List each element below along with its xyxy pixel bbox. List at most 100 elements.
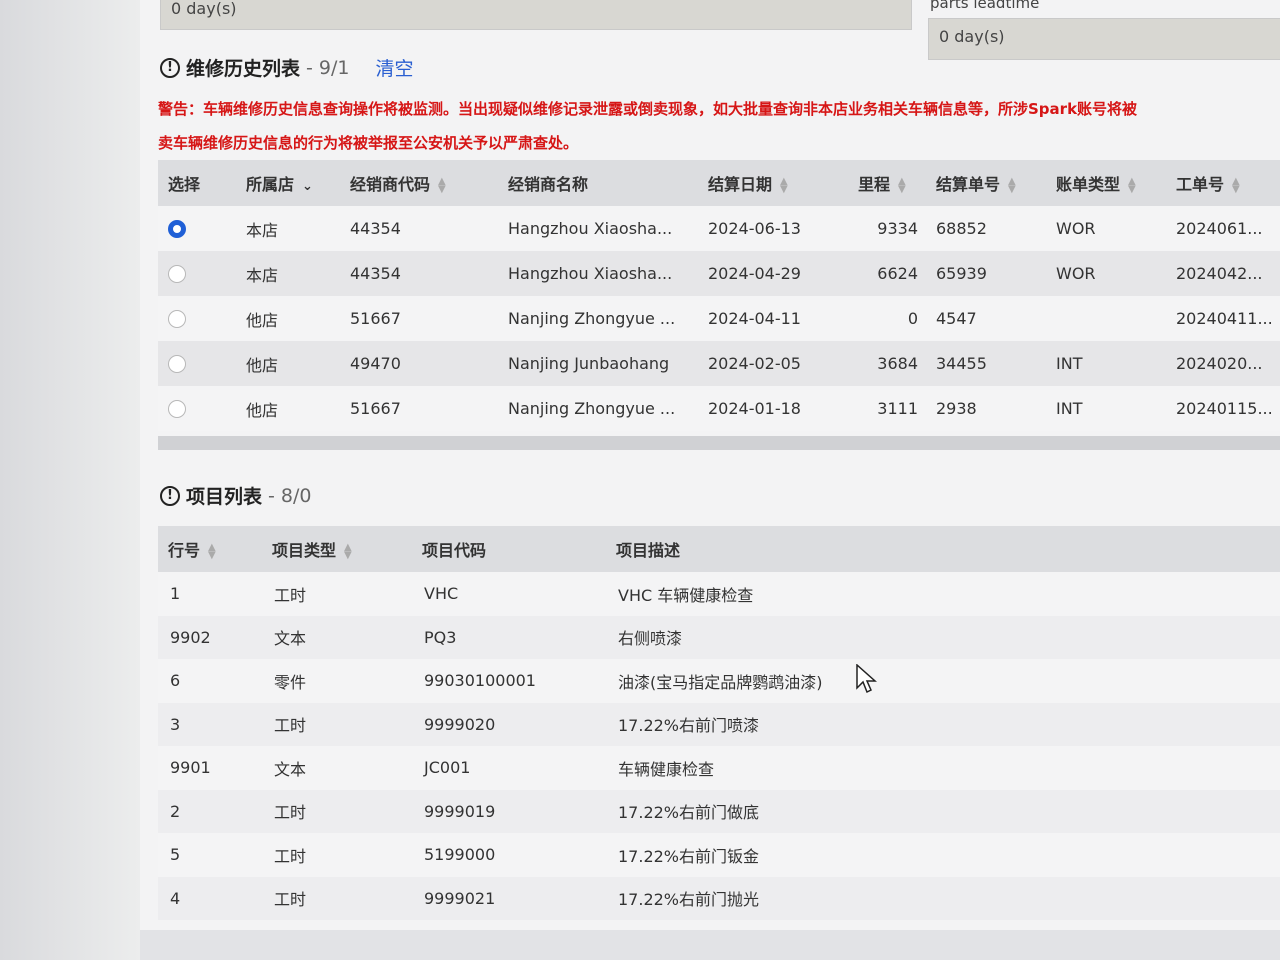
item-type-cell: 工时 bbox=[262, 572, 412, 616]
select-cell[interactable] bbox=[158, 206, 236, 251]
info-icon: ! bbox=[160, 485, 180, 506]
col-dealer-name: 经销商名称 bbox=[498, 160, 698, 206]
project-row[interactable]: 6 零件 99030100001 油漆(宝马指定品牌鹦鹉油漆) bbox=[158, 659, 1280, 703]
item-type-cell: 文本 bbox=[262, 615, 412, 659]
project-row[interactable]: 1 工时 VHC VHC 车辆健康检查 bbox=[158, 572, 1280, 616]
radio-button[interactable] bbox=[168, 355, 186, 374]
item-desc-cell: 车辆健康检查 bbox=[606, 746, 1280, 790]
select-cell[interactable] bbox=[158, 386, 236, 431]
store-cell: 本店 bbox=[236, 206, 340, 251]
line-no-cell: 2 bbox=[158, 789, 262, 833]
parts-leadtime-field[interactable]: 0 day(s) bbox=[928, 18, 1280, 60]
project-row[interactable]: 9901 文本 JC001 车辆健康检查 bbox=[158, 746, 1280, 790]
info-icon: ! bbox=[160, 57, 180, 78]
col-settle-date[interactable]: 结算日期 ▲ ▼ bbox=[698, 160, 848, 206]
bill-type-cell bbox=[1046, 296, 1166, 341]
settle-date-cell: 2024-01-18 bbox=[698, 386, 848, 431]
col-mileage[interactable]: 里程 ▲ ▼ bbox=[848, 160, 926, 206]
col-dealer-code[interactable]: 经销商代码 ▲ ▼ bbox=[340, 160, 498, 206]
col-bill-type[interactable]: 账单类型 ▲ ▼ bbox=[1046, 160, 1166, 206]
radio-button[interactable] bbox=[168, 400, 186, 419]
project-row[interactable]: 3 工时 9999020 17.22%右前门喷漆 bbox=[158, 702, 1280, 746]
lead-time-field[interactable]: 0 day(s) bbox=[160, 0, 912, 30]
dealer-name-cell: Hangzhou Xiaosha... bbox=[498, 251, 698, 296]
bottom-band bbox=[140, 930, 1280, 960]
project-row[interactable]: 2 工时 9999019 17.22%右前门做底 bbox=[158, 789, 1280, 833]
dealer-code-cell: 49470 bbox=[340, 341, 498, 386]
dealer-code-cell: 44354 bbox=[340, 206, 498, 251]
col-order-no[interactable]: 工单号 ▲ ▼ bbox=[1166, 160, 1280, 206]
line-no-cell: 9902 bbox=[158, 615, 262, 659]
radio-button[interactable] bbox=[168, 310, 186, 329]
history-row[interactable]: 他店 51667 Nanjing Zhongyue ... 2024-04-11… bbox=[158, 296, 1280, 341]
history-row[interactable]: 他店 51667 Nanjing Zhongyue ... 2024-01-18… bbox=[158, 386, 1280, 431]
settle-date-cell: 2024-02-05 bbox=[698, 341, 848, 386]
order-no-cell: 20240115... bbox=[1166, 386, 1280, 431]
order-no-cell: 2024061... bbox=[1166, 206, 1280, 251]
item-code-cell: JC001 bbox=[412, 746, 606, 790]
history-row[interactable]: 本店 44354 Hangzhou Xiaosha... 2024-06-13 … bbox=[158, 206, 1280, 251]
sort-icon[interactable]: ▲ ▼ bbox=[1232, 176, 1240, 194]
mileage-cell: 9334 bbox=[848, 206, 926, 251]
sort-icon[interactable]: ▲ ▼ bbox=[1008, 176, 1016, 194]
history-row[interactable]: 本店 44354 Hangzhou Xiaosha... 2024-04-29 … bbox=[158, 251, 1280, 296]
select-cell[interactable] bbox=[158, 341, 236, 386]
screen-bezel bbox=[0, 0, 140, 960]
mileage-cell: 0 bbox=[848, 296, 926, 341]
select-cell[interactable] bbox=[158, 251, 236, 296]
sort-icon[interactable]: ▲ ▼ bbox=[780, 176, 788, 194]
settle-date-cell: 2024-06-13 bbox=[698, 206, 848, 251]
settle-date-cell: 2024-04-29 bbox=[698, 251, 848, 296]
order-no-cell: 2024042... bbox=[1166, 251, 1280, 296]
item-code-cell: VHC bbox=[412, 572, 606, 616]
sort-icon[interactable]: ▲ ▼ bbox=[208, 542, 216, 560]
mouse-cursor-icon bbox=[856, 664, 877, 694]
item-desc-cell: 17.22%右前门钣金 bbox=[606, 833, 1280, 877]
clear-link[interactable]: 清空 bbox=[376, 54, 414, 81]
item-code-cell: 9999021 bbox=[412, 876, 606, 920]
radio-button[interactable] bbox=[168, 265, 186, 284]
mileage-cell: 3111 bbox=[848, 386, 926, 431]
sort-icon[interactable]: ▲ ▼ bbox=[1128, 176, 1136, 194]
select-cell[interactable] bbox=[158, 296, 236, 341]
page: 0 day(s) parts leadtime 0 day(s) ! 维修历史列… bbox=[140, 0, 1280, 960]
item-code-cell: 9999020 bbox=[412, 702, 606, 746]
order-no-cell: 2024020... bbox=[1166, 341, 1280, 386]
line-no-cell: 9901 bbox=[158, 746, 262, 790]
dealer-name-cell: Nanjing Zhongyue ... bbox=[498, 386, 698, 431]
sort-icon[interactable]: ▲ ▼ bbox=[898, 176, 906, 194]
settle-date-cell: 2024-04-11 bbox=[698, 296, 848, 341]
project-row[interactable]: 4 工时 9999021 17.22%右前门抛光 bbox=[158, 876, 1280, 920]
col-line-no[interactable]: 行号 ▲ ▼ bbox=[158, 526, 262, 572]
store-cell: 他店 bbox=[236, 296, 340, 341]
radio-selected[interactable] bbox=[168, 220, 186, 239]
item-desc-cell: VHC 车辆健康检查 bbox=[606, 572, 1280, 616]
mileage-cell: 6624 bbox=[848, 251, 926, 296]
history-header-row: 选择 所属店 ⌄ 经销商代码 ▲ ▼ 经销商名称 结算日期 ▲ ▼ 里程 ▲ ▼ 结算单号 ▲ ▼… bbox=[158, 160, 1280, 206]
chevron-down-icon[interactable]: ⌄ bbox=[302, 179, 313, 194]
settle-no-cell: 4547 bbox=[926, 296, 1046, 341]
warning-line-2: 卖车辆维修历史信息的行为将被举报至公安机关予以严肃查处。 bbox=[158, 134, 579, 152]
mileage-cell: 3684 bbox=[848, 341, 926, 386]
item-desc-cell: 17.22%右前门喷漆 bbox=[606, 702, 1280, 746]
sort-icon[interactable]: ▲ ▼ bbox=[438, 176, 446, 194]
item-desc-cell: 17.22%右前门做底 bbox=[606, 789, 1280, 833]
col-item-type[interactable]: 项目类型 ▲ ▼ bbox=[262, 526, 412, 572]
parts-leadtime-label: parts leadtime bbox=[930, 0, 1040, 12]
horizontal-scrollbar[interactable] bbox=[158, 436, 1280, 450]
project-row[interactable]: 9902 文本 PQ3 右侧喷漆 bbox=[158, 615, 1280, 659]
dealer-code-cell: 51667 bbox=[340, 386, 498, 431]
col-store[interactable]: 所属店 ⌄ bbox=[236, 160, 340, 206]
item-type-cell: 零件 bbox=[262, 659, 412, 703]
item-type-cell: 文本 bbox=[262, 746, 412, 790]
history-row[interactable]: 他店 49470 Nanjing Junbaohang 2024-02-05 3… bbox=[158, 341, 1280, 386]
item-code-cell: PQ3 bbox=[412, 615, 606, 659]
sort-icon[interactable]: ▲ ▼ bbox=[344, 542, 352, 560]
settle-no-cell: 65939 bbox=[926, 251, 1046, 296]
col-settle-no[interactable]: 结算单号 ▲ ▼ bbox=[926, 160, 1046, 206]
projects-section-title: ! 项目列表 - 8/0 bbox=[160, 482, 312, 509]
line-no-cell: 3 bbox=[158, 702, 262, 746]
item-desc-cell: 油漆(宝马指定品牌鹦鹉油漆) bbox=[606, 659, 1280, 703]
project-row[interactable]: 5 工时 5199000 17.22%右前门钣金 bbox=[158, 833, 1280, 877]
bill-type-cell: WOR bbox=[1046, 251, 1166, 296]
